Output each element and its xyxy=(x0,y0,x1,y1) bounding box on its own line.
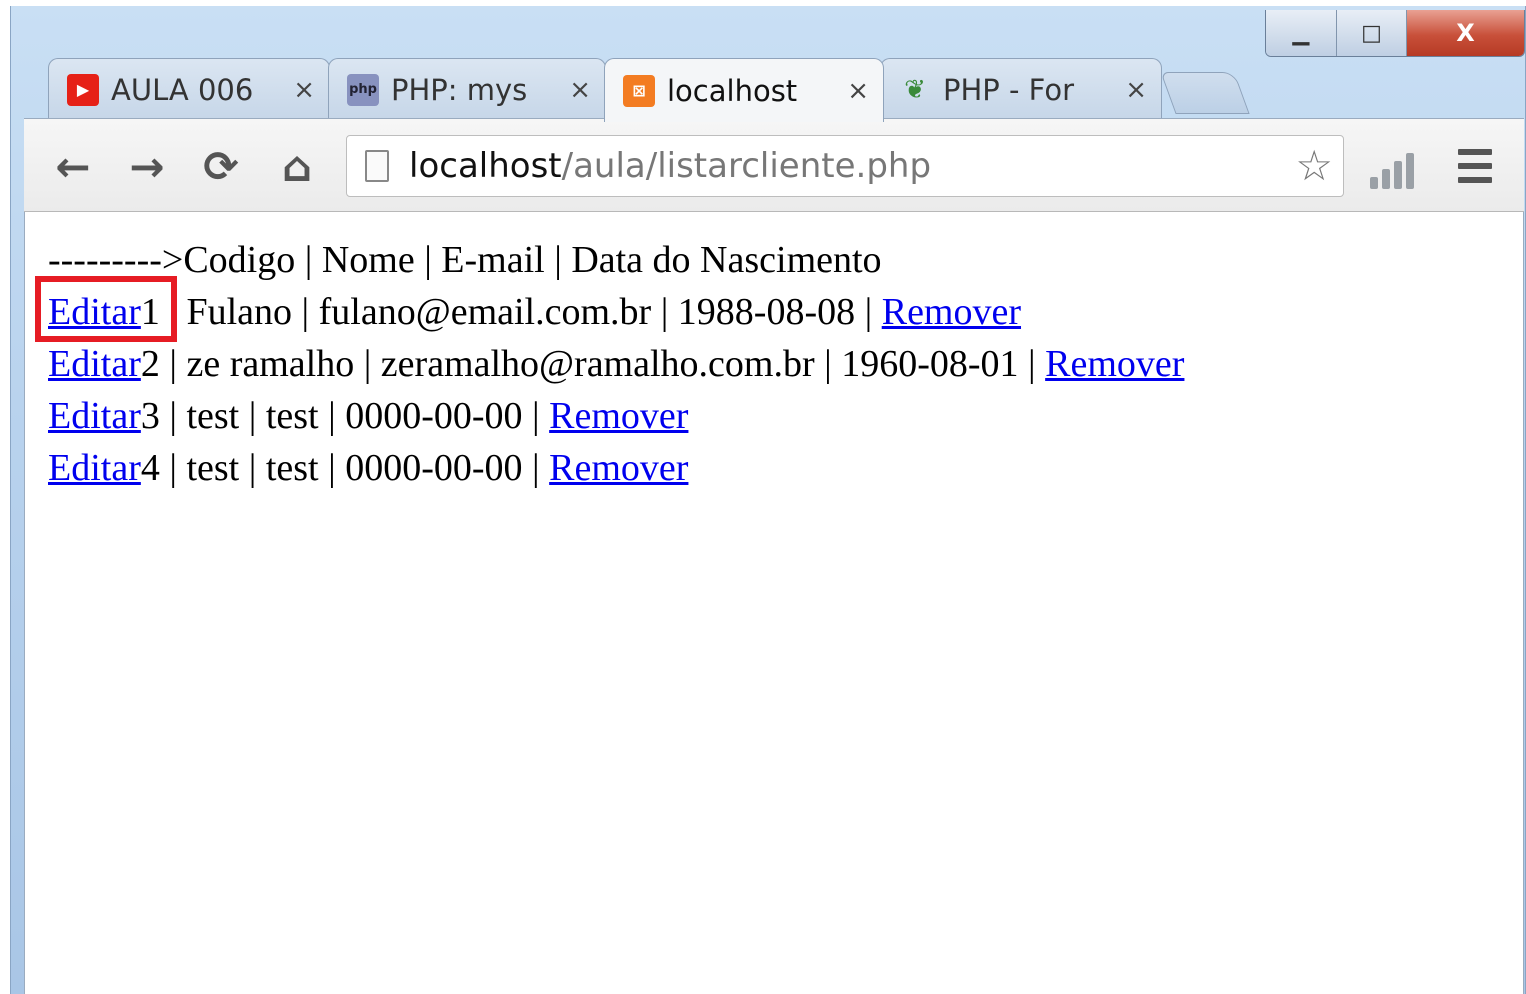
minimize-button[interactable]: ▁ xyxy=(1266,10,1336,56)
edit-link[interactable]: Editar xyxy=(48,395,141,437)
tab-php-forum[interactable]: ❦ PHP - For × xyxy=(880,58,1162,120)
tab-close-icon[interactable]: × xyxy=(847,76,869,106)
row-text: 1 | Fulano | fulano@email.com.br | 1988-… xyxy=(140,291,882,333)
tab-aula-006[interactable]: ▶ AULA 006 × xyxy=(48,58,330,120)
tab-title: PHP: mys xyxy=(391,72,528,107)
row-text: 2 | ze ramalho | zeramalho@ramalho.com.b… xyxy=(140,343,1046,385)
window-controls: ▁ □ X xyxy=(1265,10,1525,57)
table-row: Editar4 | test | test | 0000-00-00 | Rem… xyxy=(48,443,688,493)
new-tab-button[interactable] xyxy=(1160,72,1250,114)
url-path: /aula/listarcliente.php xyxy=(561,146,932,186)
tab-close-icon[interactable]: × xyxy=(293,75,315,105)
forward-button[interactable]: → xyxy=(122,141,172,191)
remove-link[interactable]: Remover xyxy=(549,395,688,437)
menu-icon[interactable] xyxy=(1458,149,1492,183)
youtube-icon: ▶ xyxy=(67,73,99,106)
tab-title: localhost xyxy=(667,73,798,108)
xampp-icon: ⊠ xyxy=(623,74,655,107)
page-content: --------->Codigo | Nome | E-mail | Data … xyxy=(24,212,1524,994)
tab-close-icon[interactable]: × xyxy=(569,75,591,105)
tab-strip: ▶ AULA 006 × php PHP: mys × ⊠ localhost … xyxy=(28,54,1328,122)
home-button[interactable]: ⌂ xyxy=(272,141,322,191)
edit-link[interactable]: Editar xyxy=(48,447,141,489)
maximize-button[interactable]: □ xyxy=(1336,10,1406,56)
signal-bars-icon[interactable] xyxy=(1370,149,1418,189)
url-text[interactable]: localhost/aula/listarcliente.php xyxy=(409,146,931,186)
browser-toolbar: ← → ⟳ ⌂ localhost/aula/listarcliente.php… xyxy=(24,118,1524,212)
tab-close-icon[interactable]: × xyxy=(1125,75,1147,105)
close-window-button[interactable]: X xyxy=(1406,10,1524,56)
tab-localhost[interactable]: ⊠ localhost × xyxy=(604,58,884,122)
tab-title: PHP - For xyxy=(943,72,1074,107)
table-row: Editar3 | test | test | 0000-00-00 | Rem… xyxy=(48,391,688,441)
table-row: Editar2 | ze ramalho | zeramalho@ramalho… xyxy=(48,339,1184,389)
remove-link[interactable]: Remover xyxy=(882,291,1021,333)
edit-link[interactable]: Editar xyxy=(48,343,141,385)
url-host: localhost xyxy=(409,146,562,186)
annotation-highlight-box xyxy=(35,276,177,342)
php-icon: php xyxy=(347,73,379,106)
row-text: 3 | test | test | 0000-00-00 | xyxy=(140,395,550,437)
remove-link[interactable]: Remover xyxy=(549,447,688,489)
remove-link[interactable]: Remover xyxy=(1045,343,1184,385)
bookmark-star-icon[interactable]: ☆ xyxy=(1295,144,1333,188)
row-text: 4 | test | test | 0000-00-00 | xyxy=(140,447,550,489)
table-row: Editar1 | Fulano | fulano@email.com.br |… xyxy=(48,287,1021,337)
back-button[interactable]: ← xyxy=(48,141,98,191)
tab-php-mysql[interactable]: php PHP: mys × xyxy=(328,58,606,120)
page-icon xyxy=(365,150,389,182)
forum-leaf-icon: ❦ xyxy=(904,74,926,105)
reload-button[interactable]: ⟳ xyxy=(196,141,246,191)
tab-title: AULA 006 xyxy=(111,72,254,107)
address-bar[interactable]: localhost/aula/listarcliente.php ☆ xyxy=(346,135,1344,197)
